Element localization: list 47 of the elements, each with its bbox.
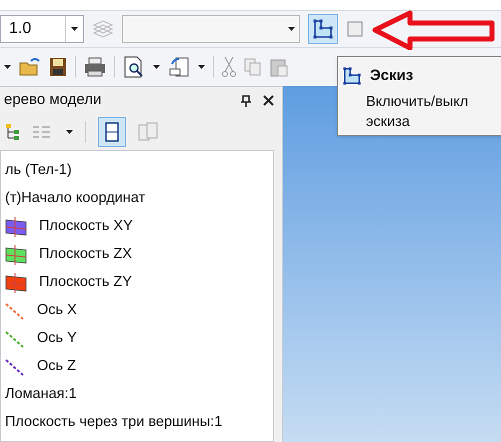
toolbar-icon[interactable] — [346, 20, 364, 38]
tree-item-label: Ось X — [37, 301, 77, 320]
caret-icon — [4, 65, 11, 69]
scale-value: 1.0 — [8, 19, 32, 39]
tree-item[interactable]: Ломаная:1 — [1, 381, 273, 409]
close-icon[interactable] — [263, 95, 274, 106]
panel-title: ерево модели — [3, 90, 102, 110]
sketch-icon — [312, 18, 334, 40]
sketch-button[interactable] — [308, 14, 338, 44]
tree-item-label: Ось Z — [37, 357, 76, 376]
tree-item-label: Ось Y — [37, 329, 77, 348]
caret-icon — [198, 65, 205, 69]
caret-icon — [66, 130, 73, 134]
sketch-icon — [342, 66, 362, 86]
printer-icon[interactable] — [84, 57, 106, 77]
tree-item-label: Плоскость ZY — [39, 273, 132, 292]
tree-item[interactable]: Плоскость ZX — [1, 241, 273, 269]
paste-icon[interactable] — [270, 57, 288, 77]
tooltip-title: Эскиз — [370, 66, 414, 86]
tree-item-label: ль (Тел-1) — [5, 161, 72, 180]
tree-structure-icon[interactable] — [4, 123, 20, 141]
tree-item[interactable]: ль (Тел-1) — [1, 157, 273, 185]
tree-item-label: Плоскость через три вершины:1 — [5, 413, 222, 432]
save-icon[interactable] — [49, 57, 67, 77]
preview-icon[interactable] — [123, 56, 145, 78]
tree-item[interactable]: Ось X — [1, 297, 273, 325]
caret-icon — [153, 65, 160, 69]
caret-icon — [288, 27, 295, 31]
scissors-icon[interactable] — [222, 56, 236, 78]
document-arrow-icon[interactable] — [168, 56, 190, 78]
tree-item-label: Плоскость ZX — [39, 245, 132, 264]
document-view-button[interactable] — [98, 117, 126, 147]
scale-combo[interactable]: 1.0 — [0, 15, 84, 43]
tree-item[interactable]: Ось Y — [1, 325, 273, 353]
tree-item[interactable]: Плоскость ZY — [1, 269, 273, 297]
tree-item-label: Ломаная:1 — [5, 385, 77, 404]
tree-item-label: (т)Начало координат — [5, 189, 146, 208]
tree-item[interactable]: (т)Начало координат — [1, 185, 273, 213]
tree-item[interactable]: Плоскость XY — [1, 213, 273, 241]
tree-item-label: Плоскость XY — [39, 217, 133, 236]
tree-item[interactable]: Плоскость через три вершины:1 — [1, 409, 273, 437]
caret-icon — [71, 27, 78, 31]
tree-item[interactable]: Ось Z — [1, 353, 273, 381]
open-folder-icon[interactable] — [19, 57, 41, 77]
pin-icon[interactable] — [241, 94, 251, 106]
tooltip-text: Включить/выкл эскиза — [365, 92, 470, 132]
document-icon — [105, 122, 119, 142]
